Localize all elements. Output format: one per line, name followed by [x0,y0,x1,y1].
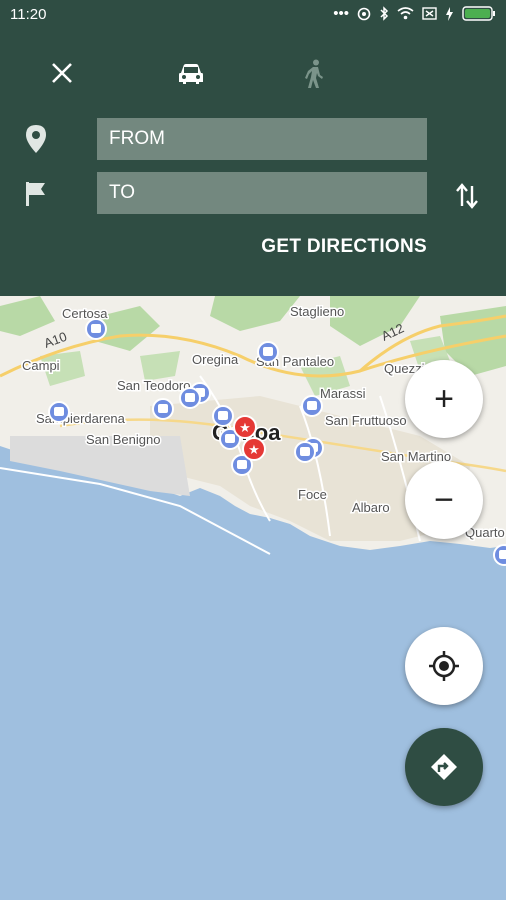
battery-icon [462,6,495,21]
place-label: Marassi [320,386,366,401]
plus-icon: + [434,380,454,418]
wifi-icon [397,7,414,20]
place-label: Albaro [352,500,390,515]
close-button[interactable] [40,51,84,95]
svg-text:★: ★ [248,443,260,458]
to-field[interactable]: TO [97,172,427,214]
place-label: San Benigno [86,432,160,447]
transit-marker[interactable] [212,405,234,427]
origin-pin [22,125,50,153]
transit-marker[interactable] [85,318,107,340]
swap-button[interactable] [452,178,482,214]
directions-panel: FROM TO GET DIRECTIONS [0,30,506,296]
walk-icon [305,59,323,88]
place-label: Foce [298,487,327,502]
transit-marker[interactable] [294,441,316,463]
swap-icon [456,183,478,209]
car-mode-button[interactable] [169,52,213,96]
to-placeholder: TO [109,182,136,203]
directions-button[interactable] [405,728,483,806]
place-label: Oregina [192,352,239,367]
place-label: Staglieno [290,304,344,319]
get-directions-button[interactable]: GET DIRECTIONS [261,236,427,258]
from-placeholder: FROM [109,128,165,149]
status-bar: 11:20 ••• [0,0,506,30]
transit-marker[interactable] [301,395,323,417]
car-icon [179,64,203,84]
close-icon [52,63,72,83]
poi-star-marker[interactable]: ★ [233,415,257,439]
sim-off-icon [422,7,437,20]
transit-marker[interactable] [179,387,201,409]
poi-star-marker[interactable]: ★ [242,437,266,461]
destination-flag [22,180,50,208]
status-time: 11:20 [10,6,47,23]
place-label: San Fruttuoso [325,413,407,428]
transit-marker[interactable] [493,544,506,566]
zoom-out-button[interactable]: − [405,461,483,539]
directions-icon [431,754,457,780]
charging-icon [446,6,453,21]
place-label: Certosa [62,306,108,321]
crosshair-icon [429,651,459,681]
alarm-icon [357,7,371,20]
walk-mode-button[interactable] [292,52,336,96]
more-dots-icon: ••• [333,5,349,22]
svg-text:★: ★ [239,421,251,436]
zoom-in-button[interactable]: + [405,360,483,438]
from-field[interactable]: FROM [97,118,427,160]
transit-marker[interactable] [257,341,279,363]
transit-marker[interactable] [48,401,70,423]
transit-marker[interactable] [152,398,174,420]
status-icons: ••• [333,5,496,22]
my-location-button[interactable] [405,627,483,705]
place-label: San Teodoro [117,378,191,393]
place-label: Campi [22,358,60,373]
minus-icon: − [434,481,454,519]
flag-icon [26,182,45,206]
location-pin-icon [26,125,46,153]
bluetooth-icon [380,6,389,21]
